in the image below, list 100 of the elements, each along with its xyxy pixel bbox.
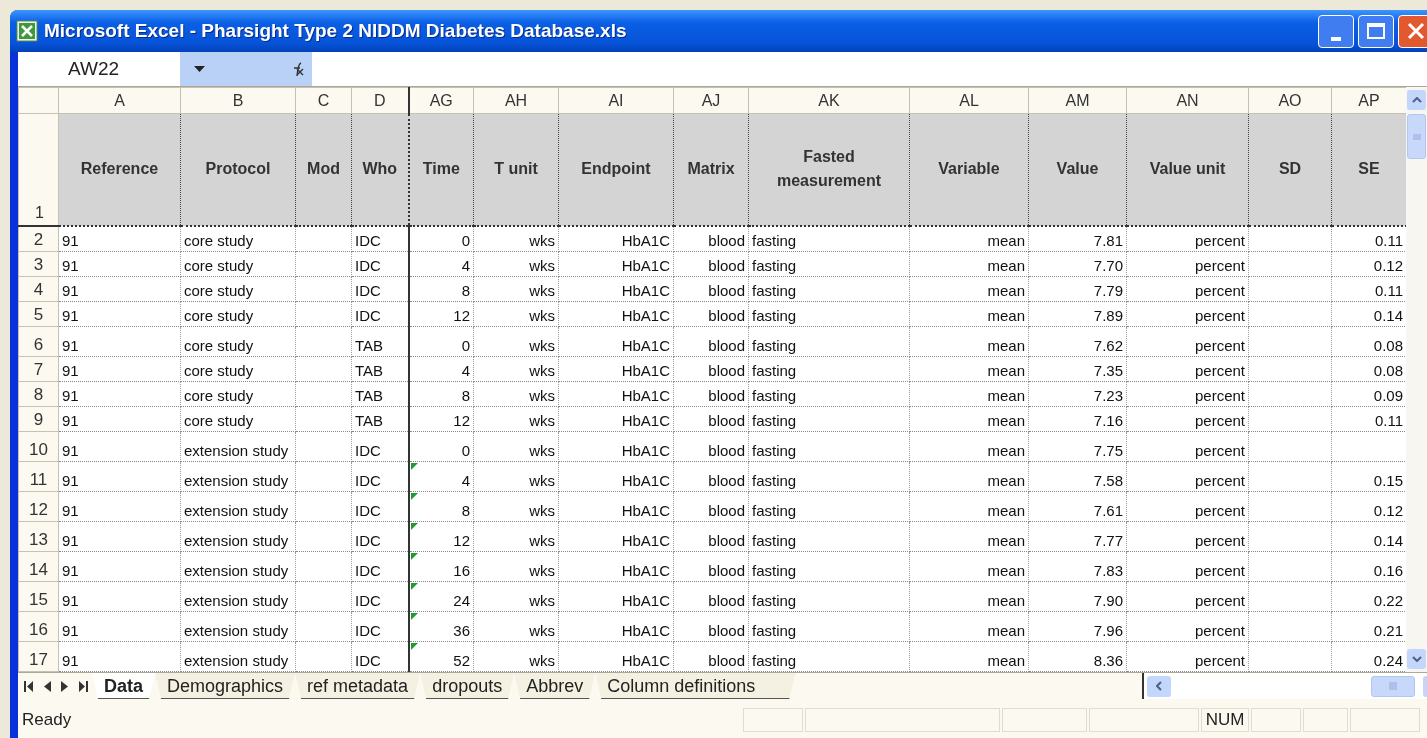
table-cell: blood <box>673 431 749 462</box>
column-header[interactable]: A <box>58 87 181 114</box>
column-header[interactable]: AH <box>473 87 559 114</box>
column-heading: Fasted measurement <box>748 113 910 226</box>
row-header[interactable]: 15 <box>18 581 59 612</box>
table-cell: 7.79 <box>1028 276 1127 302</box>
column-header[interactable]: AP <box>1331 87 1406 114</box>
table-cell: 91 <box>58 461 181 492</box>
row-header[interactable]: 7 <box>18 356 59 382</box>
table-cell: percent <box>1126 461 1249 492</box>
column-heading: Protocol <box>180 113 296 226</box>
table-cell: mean <box>909 461 1029 492</box>
table-cell: HbA1C <box>558 551 674 582</box>
sheet-tab[interactable]: Demographics <box>155 673 296 699</box>
table-cell: 91 <box>58 581 181 612</box>
table-cell: blood <box>673 641 749 672</box>
column-header[interactable]: AL <box>909 87 1029 114</box>
table-cell: wks <box>473 581 559 612</box>
table-cell: wks <box>473 431 559 462</box>
sheet-tab[interactable]: dropouts <box>420 673 515 699</box>
sheet-tab[interactable]: Abbrev <box>514 673 596 699</box>
table-cell: 8 <box>408 276 474 302</box>
table-cell: blood <box>673 381 749 407</box>
sheet-tab[interactable]: Column definitions <box>595 673 796 699</box>
row-header[interactable]: 16 <box>18 611 59 642</box>
table-cell: percent <box>1126 491 1249 522</box>
column-heading: SE <box>1331 113 1406 226</box>
table-cell: 91 <box>58 251 181 277</box>
table-cell: 16 <box>408 551 474 582</box>
column-heading: Value <box>1028 113 1127 226</box>
sheet-tab[interactable]: Data <box>92 673 155 699</box>
table-cell: 7.70 <box>1028 251 1127 277</box>
table-cell: 4 <box>408 251 474 277</box>
table-cell: 7.96 <box>1028 611 1127 642</box>
row-header[interactable]: 4 <box>18 276 59 302</box>
table-cell: fasting <box>748 251 910 277</box>
table-cell: mean <box>909 581 1029 612</box>
table-cell: fasting <box>748 431 910 462</box>
table-cell: mean <box>909 381 1029 407</box>
table-cell: wks <box>473 381 559 407</box>
table-cell: fasting <box>748 461 910 492</box>
row-header[interactable]: 8 <box>18 381 59 407</box>
column-header[interactable]: B <box>180 87 296 114</box>
table-cell: IDC <box>351 276 409 302</box>
table-cell: 52 <box>408 641 474 672</box>
table-cell: core study <box>180 406 296 432</box>
table-cell: mean <box>909 356 1029 382</box>
table-cell: IDC <box>351 431 409 462</box>
row-header[interactable]: 6 <box>18 326 59 357</box>
table-cell: 36 <box>408 611 474 642</box>
table-cell: wks <box>473 521 559 552</box>
table-cell: 7.16 <box>1028 406 1127 432</box>
table-cell: 12 <box>408 521 474 552</box>
row-header[interactable]: 3 <box>18 251 59 277</box>
table-cell: IDC <box>351 301 409 327</box>
table-cell: 12 <box>408 406 474 432</box>
column-header[interactable]: AG <box>408 87 474 114</box>
table-cell: HbA1C <box>558 611 674 642</box>
table-cell: percent <box>1126 521 1249 552</box>
table-cell: wks <box>473 356 559 382</box>
table-cell: 0 <box>408 225 474 252</box>
table-cell: IDC <box>351 251 409 277</box>
table-cell: 91 <box>58 611 181 642</box>
row-header[interactable]: 9 <box>18 406 59 432</box>
column-header[interactable]: AK <box>748 87 910 114</box>
row-header[interactable]: 17 <box>18 641 59 672</box>
row-header[interactable]: 1 <box>18 113 59 226</box>
column-header[interactable]: D <box>351 87 409 114</box>
row-header[interactable]: 2 <box>18 225 59 252</box>
row-header[interactable]: 13 <box>18 521 59 552</box>
table-cell: wks <box>473 551 559 582</box>
column-header[interactable]: AM <box>1028 87 1127 114</box>
row-header[interactable]: 14 <box>18 551 59 582</box>
table-cell: percent <box>1126 356 1249 382</box>
table-cell: fasting <box>748 581 910 612</box>
column-header[interactable]: AO <box>1248 87 1332 114</box>
table-cell: extension study <box>180 641 296 672</box>
row-header[interactable]: 11 <box>18 461 59 492</box>
table-cell: fasting <box>748 301 910 327</box>
table-cell: HbA1C <box>558 581 674 612</box>
sheet-tab[interactable]: ref metadata <box>295 673 421 699</box>
table-cell: percent <box>1126 641 1249 672</box>
table-cell: TAB <box>351 326 409 357</box>
row-header[interactable]: 10 <box>18 431 59 462</box>
table-cell: mean <box>909 641 1029 672</box>
name-box[interactable]: AW22 <box>18 52 180 86</box>
column-header[interactable]: AN <box>1126 87 1249 114</box>
column-header[interactable]: AJ <box>673 87 749 114</box>
column-header[interactable]: C <box>295 87 352 114</box>
table-cell: 7.62 <box>1028 326 1127 357</box>
table-cell: core study <box>180 301 296 327</box>
row-header[interactable]: 12 <box>18 491 59 522</box>
table-cell: mean <box>909 491 1029 522</box>
table-cell: mean <box>909 225 1029 252</box>
column-header[interactable]: AI <box>558 87 674 114</box>
table-cell: percent <box>1126 381 1249 407</box>
table-cell: HbA1C <box>558 431 674 462</box>
row-header[interactable]: 5 <box>18 301 59 327</box>
table-cell: 91 <box>58 641 181 672</box>
table-cell: core study <box>180 276 296 302</box>
